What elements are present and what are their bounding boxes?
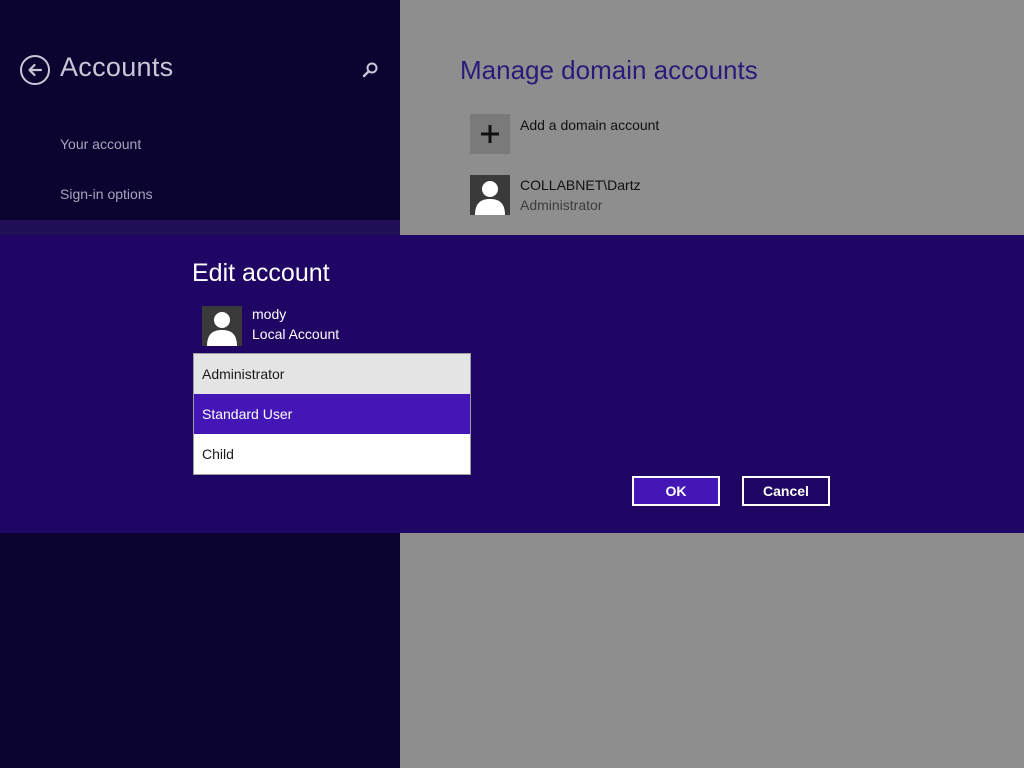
dialog-title: Edit account [192, 259, 330, 287]
user-name: mody [252, 306, 287, 322]
sidebar-selected-item [0, 220, 400, 236]
ok-button[interactable]: OK [632, 476, 720, 506]
account-name[interactable]: COLLABNET\Dartz [520, 177, 641, 193]
sidebar-title: Accounts [60, 52, 174, 82]
plus-icon [481, 125, 499, 143]
account-type-dropdown[interactable]: Administrator Standard User Child [193, 353, 471, 475]
user-avatar-icon [475, 181, 505, 215]
user-avatar-icon [207, 312, 237, 346]
option-child[interactable]: Child [194, 434, 470, 474]
user-account-type: Local Account [252, 326, 340, 342]
search-button[interactable] [360, 60, 380, 80]
account-avatar[interactable] [470, 175, 510, 215]
edit-account-dialog: Edit account mody Local Account Administ… [0, 235, 1024, 533]
back-arrow-icon [28, 63, 43, 77]
search-icon [362, 62, 378, 78]
page-title: Manage domain accounts [460, 55, 758, 85]
cancel-button[interactable]: Cancel [742, 476, 830, 506]
avatar [202, 306, 242, 346]
add-domain-account-button[interactable] [470, 114, 510, 154]
option-standard-user[interactable]: Standard User [194, 394, 470, 434]
account-role: Administrator [520, 197, 603, 213]
sidebar-item-your-account[interactable]: Your account [60, 136, 141, 152]
back-button[interactable] [20, 55, 50, 85]
add-domain-account-label[interactable]: Add a domain account [520, 117, 659, 133]
option-administrator[interactable]: Administrator [194, 354, 470, 394]
sidebar-item-sign-in-options[interactable]: Sign-in options [60, 186, 153, 202]
